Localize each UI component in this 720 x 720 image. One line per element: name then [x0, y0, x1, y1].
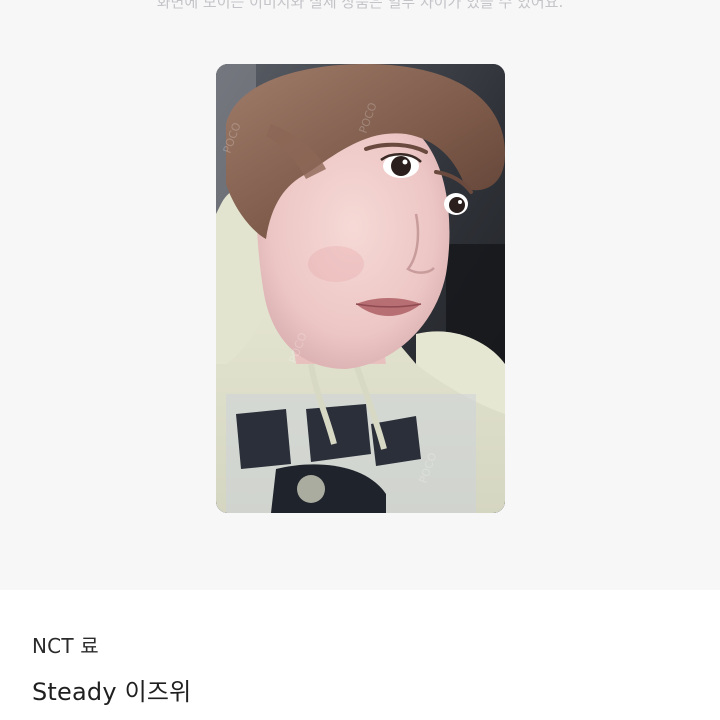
product-brand: NCT 료: [32, 634, 99, 658]
product-image-gallery[interactable]: 화면에 보이는 이미지와 실제 상품은 일부 차이가 있을 수 있어요. POC…: [0, 0, 720, 590]
product-info-section: NCT 료 Steady 이즈위: [0, 590, 720, 720]
product-title: Steady 이즈위: [32, 678, 192, 706]
product-page: 화면에 보이는 이미지와 실제 상품은 일부 차이가 있을 수 있어요. POC…: [0, 0, 720, 720]
product-photo-card-image[interactable]: POCO POCO POCO POCO: [216, 64, 505, 513]
image-disclaimer-notice: 화면에 보이는 이미지와 실제 상품은 일부 차이가 있을 수 있어요.: [156, 0, 564, 11]
